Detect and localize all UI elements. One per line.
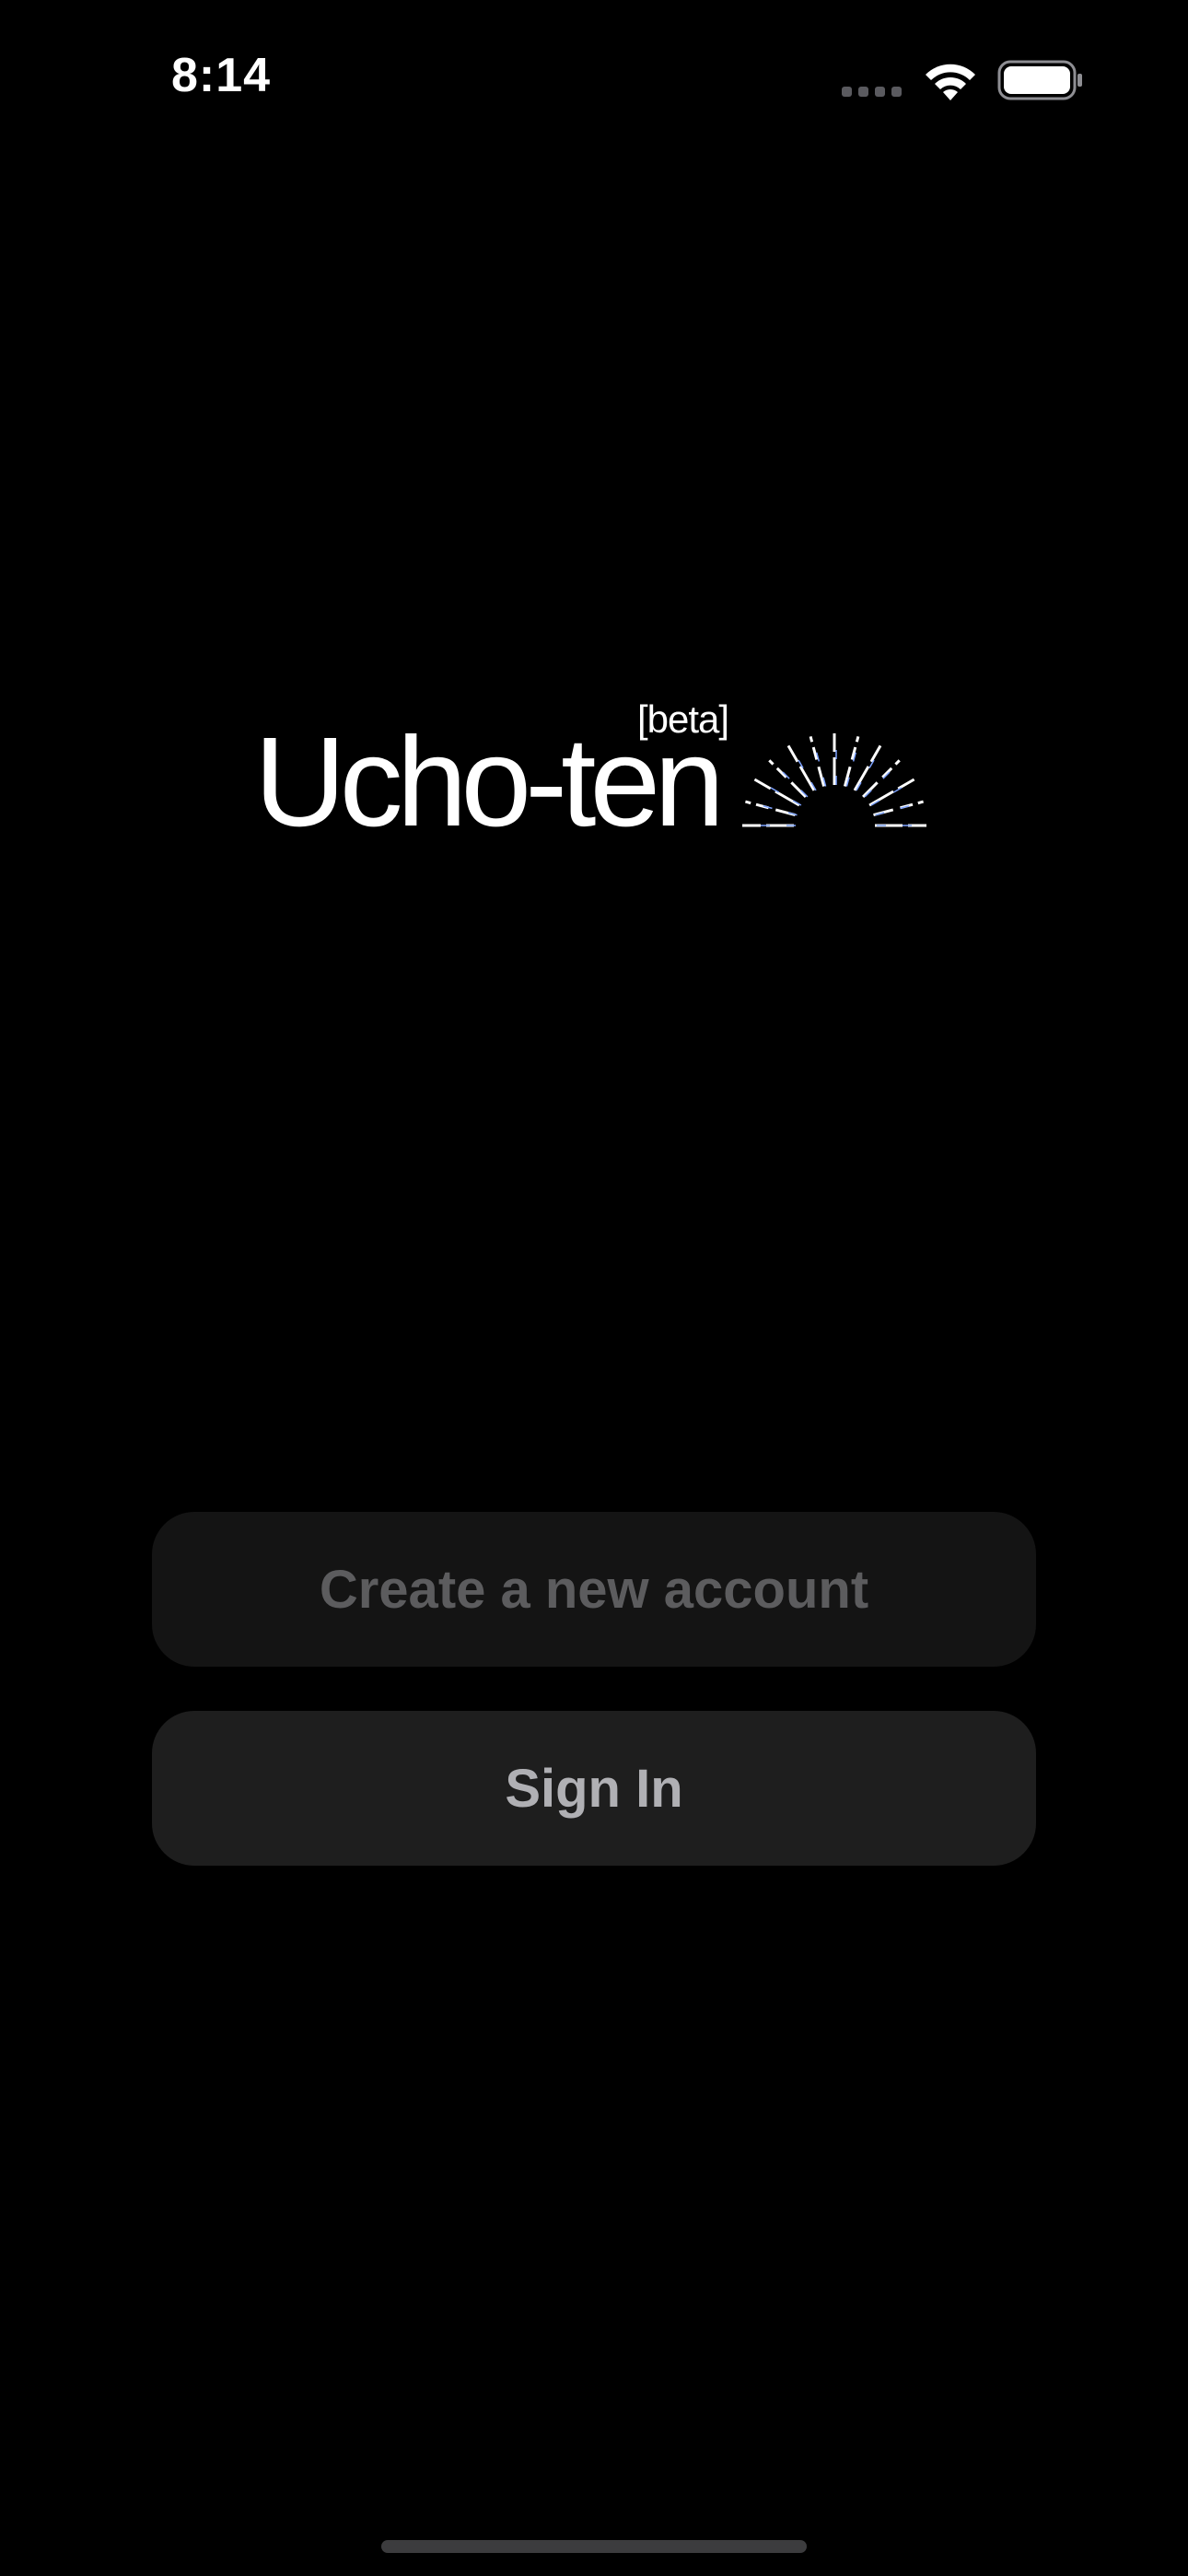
create-account-label: Create a new account <box>319 1559 869 1620</box>
wifi-icon <box>926 64 975 100</box>
battery-icon <box>997 60 1082 100</box>
home-indicator[interactable] <box>381 2540 807 2553</box>
cellular-signal-icon <box>842 87 902 97</box>
create-account-button[interactable]: Create a new account <box>152 1512 1036 1667</box>
beta-badge: [beta] <box>637 697 729 741</box>
sunrise-rays-icon <box>742 733 928 827</box>
sign-in-label: Sign In <box>505 1758 683 1819</box>
sign-in-button[interactable]: Sign In <box>152 1711 1036 1866</box>
app-logo: Ucho-ten [beta] <box>254 700 936 857</box>
status-time: 8:14 <box>171 49 272 102</box>
